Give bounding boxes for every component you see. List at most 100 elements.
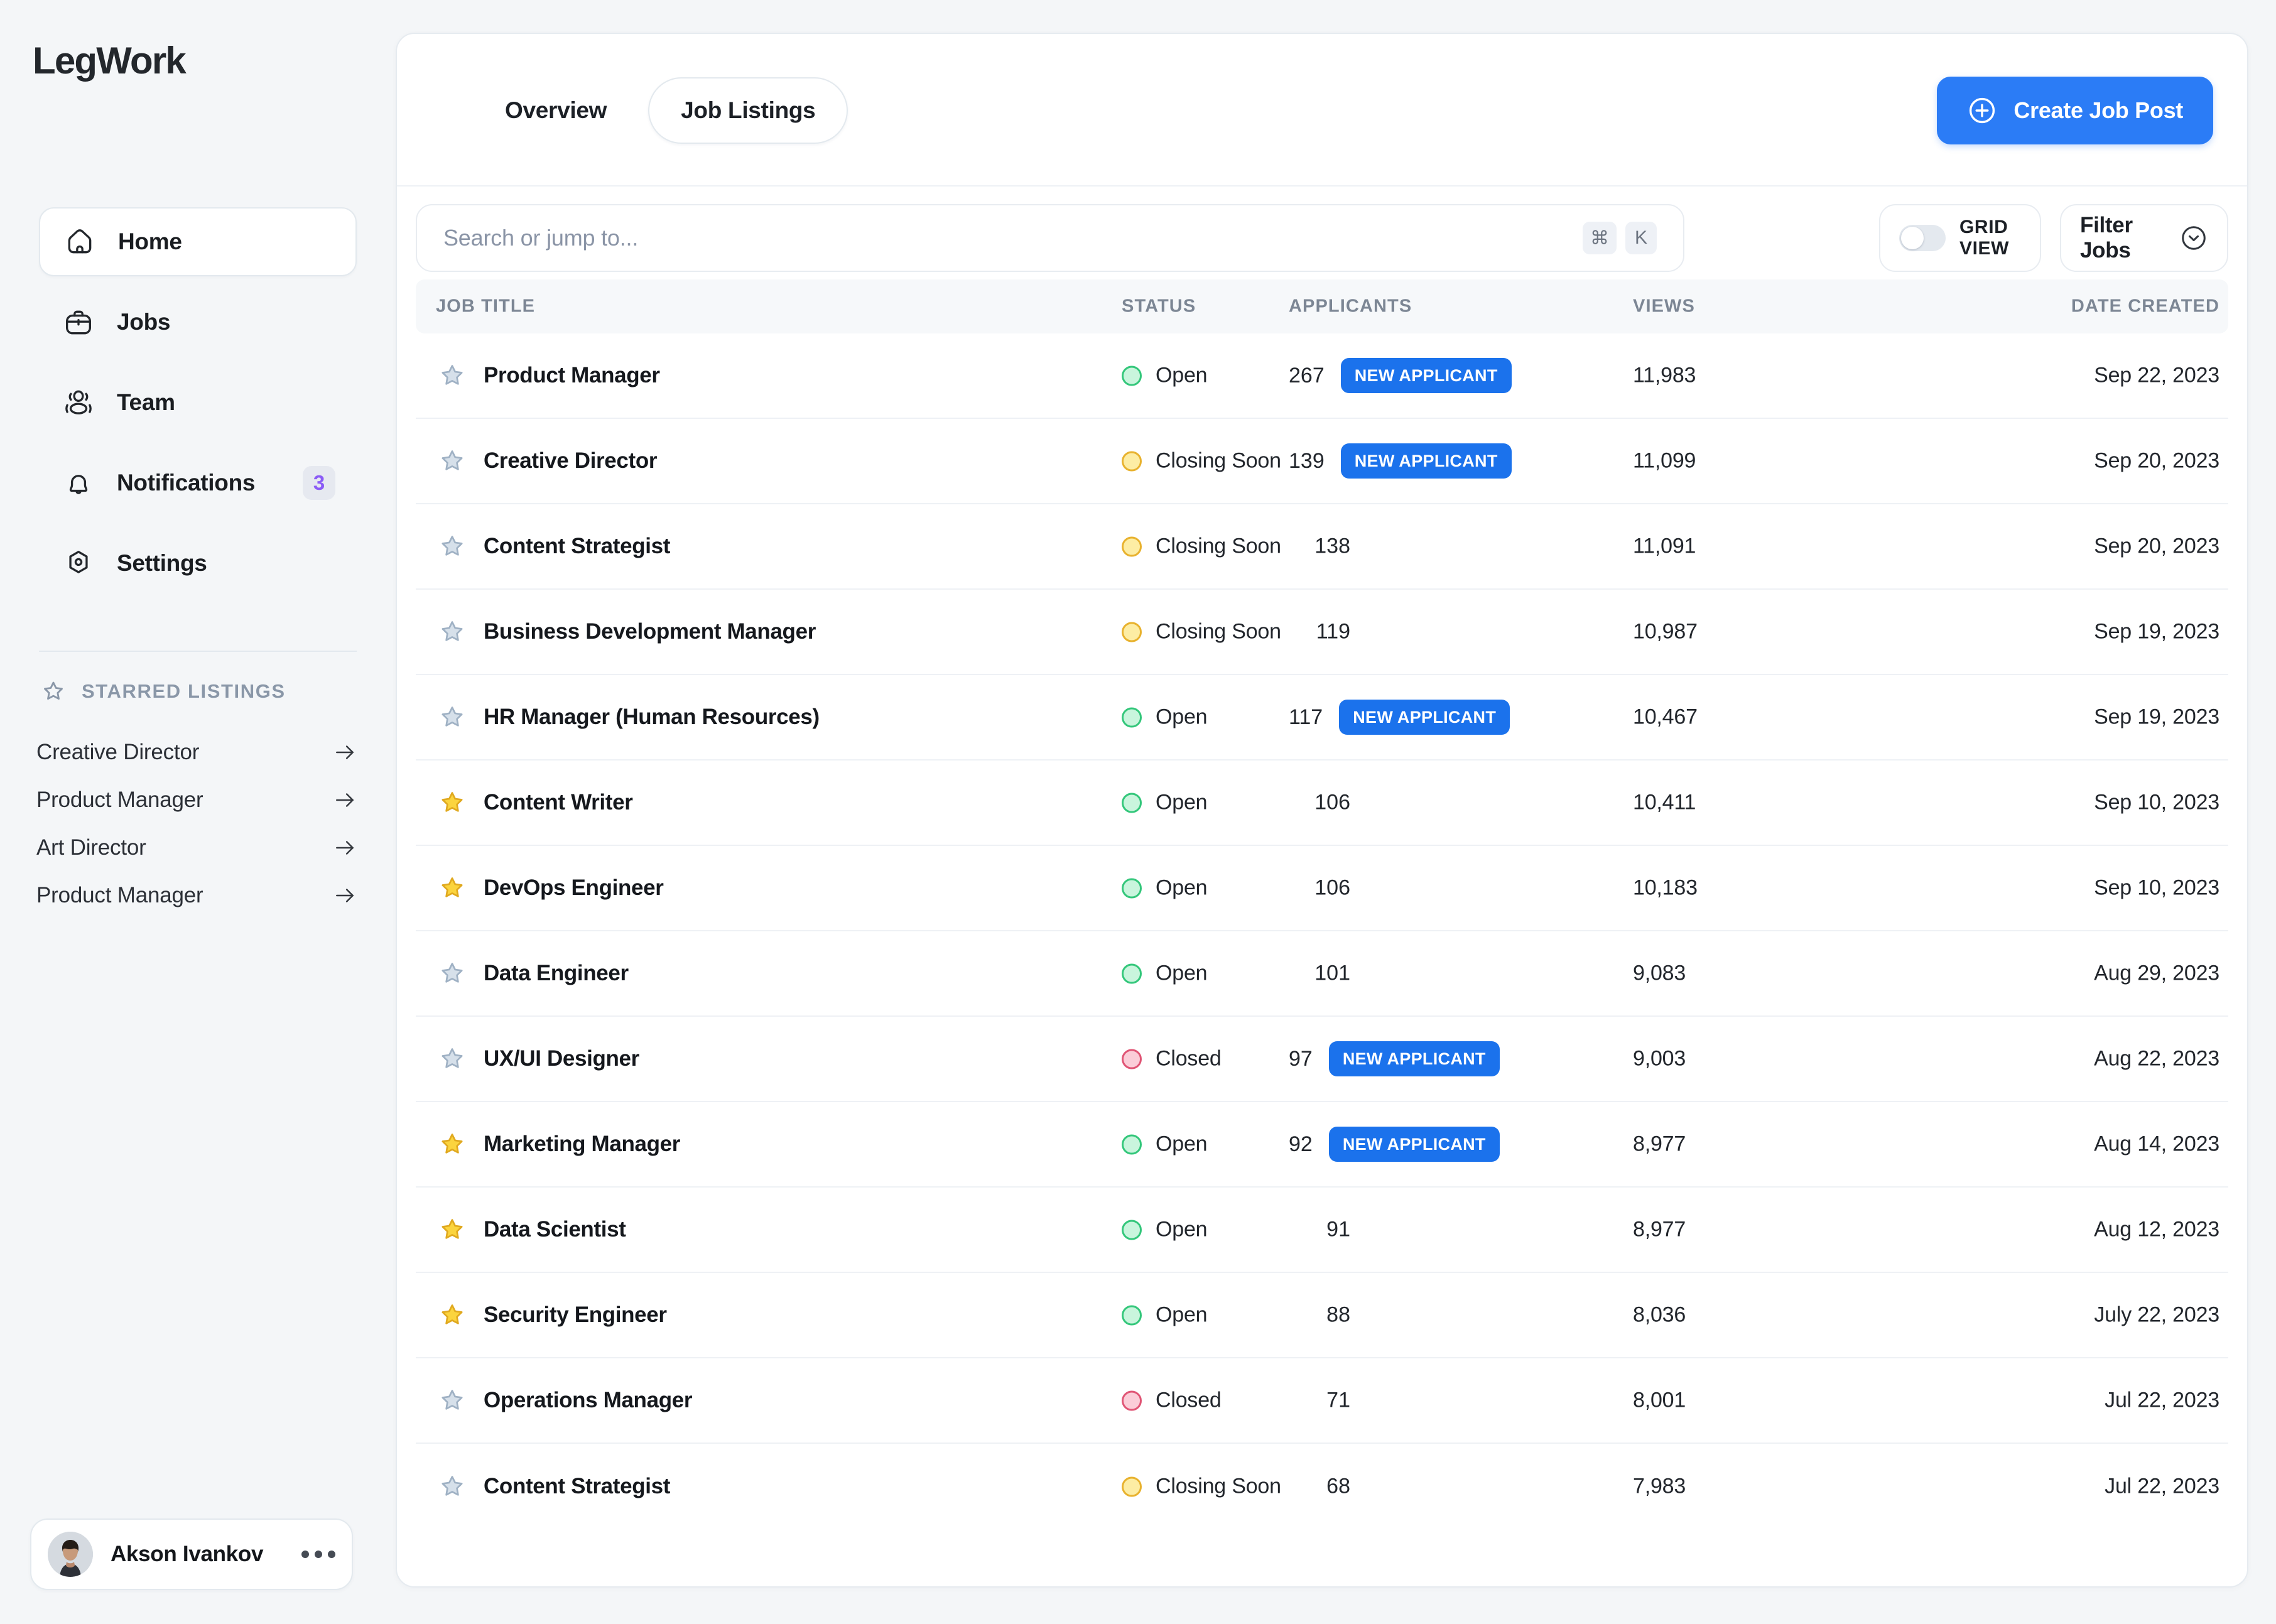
star-outline-icon[interactable]	[436, 530, 469, 563]
sidebar-item-jobs[interactable]: Jobs	[39, 288, 357, 357]
toggle-knob	[1901, 227, 1924, 249]
applicants-count: 91	[1326, 1217, 1350, 1242]
star-outline-icon[interactable]	[436, 701, 469, 734]
views-count: 10,987	[1633, 619, 1698, 644]
table-row[interactable]: Marketing Manager Open 92 NEW APPLICANT 8,97…	[416, 1102, 2228, 1188]
sidebar-item-settings[interactable]: Settings	[39, 529, 357, 598]
starred-listing-item[interactable]: Creative Director	[36, 728, 363, 776]
job-title: Data Engineer	[484, 961, 629, 985]
date-created: Sep 19, 2023	[2094, 705, 2219, 729]
starred-listings-header: STARRED LISTINGS	[39, 677, 286, 706]
filter-jobs-button[interactable]: Filter Jobs	[2060, 204, 2228, 272]
applicants-count: 117	[1289, 705, 1323, 729]
job-title: Creative Director	[484, 448, 658, 473]
status-badge: Open	[1122, 364, 1208, 388]
status-label: Open	[1156, 875, 1208, 900]
user-profile-card[interactable]: Akson Ivankov	[30, 1518, 353, 1590]
table-row[interactable]: UX/UI Designer Closed 97 NEW APPLICANT 9,003…	[416, 1017, 2228, 1102]
star-filled-icon[interactable]	[436, 872, 469, 904]
star-filled-icon[interactable]	[436, 1128, 469, 1161]
table-row[interactable]: Data Engineer Open 101NEW APPLICANT 9,083 Au…	[416, 931, 2228, 1017]
table-row[interactable]: DevOps Engineer Open 106NEW APPLICANT 10,18…	[416, 846, 2228, 931]
grid-view-label: GRID VIEW	[1959, 217, 2010, 259]
toggle-switch[interactable]	[1899, 225, 1946, 251]
user-name: Akson Ivankov	[111, 1542, 264, 1566]
status-dot-open	[1122, 1220, 1142, 1240]
new-applicant-badge[interactable]: NEW APPLICANT	[1340, 443, 1512, 479]
table-row[interactable]: Content Strategist Closing Soon 68NEW APPL…	[416, 1444, 2228, 1529]
date-created: Aug 22, 2023	[2094, 1046, 2219, 1071]
table-row[interactable]: Data Scientist Open 91NEW APPLICANT 8,977 Au…	[416, 1188, 2228, 1273]
create-job-post-button[interactable]: Create Job Post	[1937, 77, 2213, 144]
starred-listing-item[interactable]: Art Director	[36, 824, 363, 872]
status-label: Open	[1156, 705, 1208, 729]
sidebar-nav: Home Jobs Team Notifications 3 Settings	[0, 207, 396, 609]
star-filled-icon[interactable]	[436, 1299, 469, 1331]
status-badge: Closing Soon	[1122, 534, 1281, 559]
new-applicant-badge[interactable]: NEW APPLICANT	[1339, 700, 1510, 735]
content-topbar: Overview Job Listings Create Job Post	[397, 34, 2247, 187]
star-outline-icon[interactable]	[436, 359, 469, 392]
grid-view-toggle[interactable]: GRID VIEW	[1879, 204, 2041, 272]
star-outline-icon[interactable]	[436, 1384, 469, 1417]
app-root: LegWork Home Jobs Team Notifications 3 S…	[0, 0, 2276, 1624]
applicants-cell: 92 NEW APPLICANT	[1289, 1127, 1500, 1162]
starred-listing-label: Product Manager	[36, 788, 203, 812]
table-row[interactable]: Business Development Manager Closing Soon…	[416, 590, 2228, 675]
table-row[interactable]: Content Strategist Closing Soon 138NEW APP…	[416, 504, 2228, 590]
table-row[interactable]: Operations Manager Closed 71NEW APPLICANT 8…	[416, 1358, 2228, 1444]
job-title: HR Manager (Human Resources)	[484, 705, 820, 729]
sidebar-item-home[interactable]: Home	[39, 207, 357, 276]
table-row[interactable]: Product Manager Open 267 NEW APPLICANT 11,98…	[416, 333, 2228, 419]
status-dot-open	[1122, 1134, 1142, 1154]
status-dot-open	[1122, 1305, 1142, 1325]
column-header-status: STATUS	[1122, 296, 1196, 317]
sidebar-item-notifications[interactable]: Notifications 3	[39, 448, 357, 517]
sidebar-item-team[interactable]: Team	[39, 368, 357, 437]
applicants-count: 68	[1326, 1474, 1350, 1498]
kbd-k-key: K	[1625, 222, 1657, 254]
applicants-count: 106	[1314, 875, 1350, 900]
table-row[interactable]: Creative Director Closing Soon 139 NEW APPL…	[416, 419, 2228, 504]
tab-overview[interactable]: Overview	[472, 77, 639, 144]
arrow-right-icon	[333, 788, 357, 812]
search-input[interactable]	[443, 225, 1583, 251]
applicants-cell: 101NEW APPLICANT	[1289, 961, 1496, 986]
starred-listing-item[interactable]: Product Manager	[36, 872, 363, 919]
status-badge: Closing Soon	[1122, 620, 1281, 644]
column-header-date-created: DATE CREATED	[2071, 296, 2219, 317]
applicants-cell: 106NEW APPLICANT	[1289, 791, 1496, 815]
new-applicant-badge[interactable]: NEW APPLICANT	[1340, 358, 1512, 393]
status-label: Closing Soon	[1156, 534, 1281, 558]
applicants-count: 119	[1316, 619, 1350, 644]
user-menu-more-icon[interactable]	[301, 1551, 335, 1558]
bell-icon	[60, 465, 97, 501]
star-outline-icon[interactable]	[436, 615, 469, 648]
table-row[interactable]: HR Manager (Human Resources) Open 117 NEW A…	[416, 675, 2228, 761]
status-dot-closing	[1122, 622, 1142, 642]
views-count: 10,411	[1633, 790, 1696, 815]
new-applicant-badge[interactable]: NEW APPLICANT	[1328, 1041, 1500, 1076]
views-count: 9,083	[1633, 961, 1686, 985]
table-row[interactable]: Content Writer Open 106NEW APPLICANT 10,411…	[416, 761, 2228, 846]
star-outline-icon[interactable]	[436, 1042, 469, 1075]
tab-job-listings[interactable]: Job Listings	[648, 77, 848, 144]
table-row[interactable]: Security Engineer Open 88NEW APPLICANT 8,03…	[416, 1273, 2228, 1358]
star-filled-icon[interactable]	[436, 786, 469, 819]
status-badge: Open	[1122, 791, 1208, 815]
star-outline-icon[interactable]	[436, 957, 469, 990]
date-created: Sep 19, 2023	[2094, 619, 2219, 644]
content-toolbar: ⌘ K GRID VIEW Filter Jobs	[397, 187, 2247, 279]
star-filled-icon[interactable]	[436, 1213, 469, 1246]
applicants-cell: 138NEW APPLICANT	[1289, 534, 1496, 559]
starred-listing-item[interactable]: Product Manager	[36, 776, 363, 824]
new-applicant-badge[interactable]: NEW APPLICANT	[1328, 1127, 1500, 1162]
views-count: 11,983	[1633, 363, 1696, 387]
star-outline-icon[interactable]	[436, 445, 469, 477]
applicants-cell: 71NEW APPLICANT	[1289, 1389, 1496, 1413]
search-bar[interactable]: ⌘ K	[416, 204, 1684, 272]
applicants-cell: 139 NEW APPLICANT	[1289, 443, 1512, 479]
star-outline-icon[interactable]	[436, 1470, 469, 1503]
status-badge: Open	[1122, 875, 1208, 901]
job-title: Business Development Manager	[484, 619, 816, 644]
